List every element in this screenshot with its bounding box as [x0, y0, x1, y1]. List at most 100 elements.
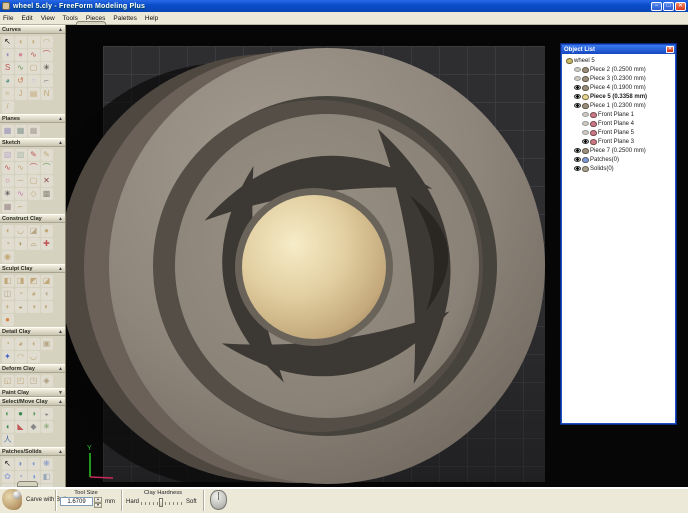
collapse-arrow-icon[interactable]: ▲	[58, 27, 63, 33]
tree-item-piece-3-0-2300-mm[interactable]: Piece 3 (0.2300 mm)	[564, 74, 675, 83]
curves-tool-icon-16[interactable]: ⌐	[41, 75, 53, 87]
palette-section-detail-clay[interactable]: Detail Clay▲	[0, 327, 65, 336]
menu-edit[interactable]: Edit	[21, 15, 32, 22]
tree-item-piece-1-0-2300-mm[interactable]: Piece 1 (0.2300 mm)	[564, 101, 675, 110]
sculpt-clay-tool-icon-11[interactable]: ◑	[28, 301, 40, 313]
close-button[interactable]: ✕	[675, 2, 686, 11]
collapse-arrow-icon[interactable]: ▲	[58, 399, 63, 405]
sculpt-clay-tool-icon-4[interactable]: ◪	[41, 275, 53, 287]
tree-item-front-plane-1[interactable]: Front Plane 1	[564, 110, 675, 119]
sketch-tool-icon-14[interactable]: ∿	[15, 188, 27, 200]
mouse-mapping-icon[interactable]	[210, 490, 227, 510]
curves-tool-icon-19[interactable]: ▤	[28, 88, 40, 100]
sketch-tool-icon-8[interactable]: ⌒	[41, 162, 53, 174]
planes-tool-icon-1[interactable]: ▦	[2, 125, 14, 137]
palette-section-deform-clay[interactable]: Deform Clay▲	[0, 364, 65, 373]
stepper-down-icon[interactable]: ▼	[94, 503, 102, 509]
collapse-arrow-icon[interactable]: ▲	[58, 366, 63, 372]
detail-clay-tool-icon-7[interactable]: ◡	[28, 351, 40, 363]
palette-section-paint-clay[interactable]: Paint Clay▼	[0, 388, 65, 397]
curves-tool-icon-5[interactable]: ◖	[2, 49, 14, 61]
construct-clay-tool-icon-8[interactable]: ✚	[41, 238, 53, 250]
tool-size-input[interactable]: 1.6709	[60, 497, 93, 506]
patches-solids-tool-icon-3[interactable]: ◖	[28, 458, 40, 470]
visibility-on-icon[interactable]	[574, 166, 581, 171]
tree-item-patches-0[interactable]: Patches(0)	[564, 155, 675, 164]
detail-clay-tool-icon-1[interactable]: ◔	[2, 338, 14, 350]
detail-clay-tool-icon-5[interactable]: ✦	[2, 351, 14, 363]
menu-palettes[interactable]: Palettes	[113, 15, 137, 22]
curves-tool-icon-13[interactable]: ◕	[2, 75, 14, 87]
curves-tool-icon-9[interactable]: S	[2, 62, 14, 74]
tree-item-front-plane-4[interactable]: Front Plane 4	[564, 119, 675, 128]
menu-view[interactable]: View	[41, 15, 55, 22]
visibility-on-icon[interactable]	[582, 139, 589, 144]
tree-item-piece-5-0-3358-mm[interactable]: Piece 5 (0.3358 mm)	[564, 92, 675, 101]
detail-clay-tool-icon-2[interactable]: ◕	[15, 338, 27, 350]
palette-section-planes[interactable]: Planes▲	[0, 114, 65, 123]
tree-item-solids-0[interactable]: Solids(0)	[564, 164, 675, 173]
patches-solids-tool-icon-4[interactable]: ❋	[41, 458, 53, 470]
visibility-off-icon[interactable]	[574, 76, 581, 81]
collapse-arrow-icon[interactable]: ▲	[58, 449, 63, 455]
hardness-slider[interactable]	[141, 502, 184, 505]
visibility-off-icon[interactable]	[582, 112, 589, 117]
palette-section-patches-solids[interactable]: Patches/Solids▲	[0, 447, 65, 456]
center-sphere[interactable]	[242, 195, 386, 339]
object-list-close-icon[interactable]: ✕	[666, 46, 674, 53]
sculpt-clay-tool-icon-9[interactable]: ◗	[2, 301, 14, 313]
object-list-titlebar[interactable]: Object List ✕	[562, 45, 675, 54]
palette-section-sketch[interactable]: Sketch▲	[0, 138, 65, 147]
curves-tool-icon-6[interactable]: ●	[15, 49, 27, 61]
construct-clay-tool-icon-3[interactable]: ◪	[28, 225, 40, 237]
collapse-arrow-icon[interactable]: ▲	[58, 116, 63, 122]
sketch-tool-icon-2[interactable]: ▧	[15, 149, 27, 161]
maximize-button[interactable]: □	[663, 2, 674, 11]
curves-tool-icon-2[interactable]: ◖	[15, 36, 27, 48]
curves-tool-icon-14[interactable]: ↺	[15, 75, 27, 87]
visibility-on-icon[interactable]	[574, 103, 581, 108]
curves-tool-icon-8[interactable]: ⌒	[41, 49, 53, 61]
sketch-tool-icon-5[interactable]: ∿	[2, 162, 14, 174]
palette-section-construct-clay[interactable]: Construct Clay▲	[0, 214, 65, 223]
sketch-tool-icon-16[interactable]: ▩	[41, 188, 53, 200]
sketch-tool-icon-17[interactable]: ▦	[2, 201, 14, 213]
sculpt-clay-tool-icon-12[interactable]: ◐	[41, 301, 53, 313]
sketch-tool-icon-12[interactable]: ✕	[41, 175, 53, 187]
collapse-arrow-icon[interactable]: ▲	[58, 216, 63, 222]
select-move-clay-tool-icon-8[interactable]: ✳	[41, 421, 53, 433]
menu-help[interactable]: Help	[145, 15, 158, 22]
sculpt-clay-tool-icon-8[interactable]: ◖	[41, 288, 53, 300]
deform-clay-tool-icon-3[interactable]: ◳	[28, 375, 40, 387]
select-move-clay-tool-icon-6[interactable]: ◣	[15, 421, 27, 433]
curves-tool-icon-21[interactable]: /	[2, 101, 14, 113]
select-move-clay-tool-icon-5[interactable]: ◖	[2, 421, 14, 433]
detail-clay-tool-icon-6[interactable]: ◠	[15, 351, 27, 363]
visibility-on-icon[interactable]	[574, 94, 581, 99]
collapse-arrow-icon[interactable]: ▲	[58, 266, 63, 272]
construct-clay-tool-icon-1[interactable]: ◖	[2, 225, 14, 237]
curves-tool-icon-12[interactable]: ✳	[41, 62, 53, 74]
collapse-arrow-icon[interactable]: ▲	[58, 329, 63, 335]
curves-tool-icon-20[interactable]: N	[41, 88, 53, 100]
sculpt-clay-tool-icon-10[interactable]: ◒	[15, 301, 27, 313]
curves-tool-icon-17[interactable]: ≈	[2, 88, 14, 100]
sketch-tool-icon-7[interactable]: ⌒	[28, 162, 40, 174]
sketch-tool-icon-6[interactable]: ∿	[15, 162, 27, 174]
select-move-clay-tool-icon-3[interactable]: ◑	[28, 408, 40, 420]
sketch-tool-icon-11[interactable]: ▢	[28, 175, 40, 187]
curves-tool-icon-15[interactable]: ○	[28, 75, 40, 87]
visibility-off-icon[interactable]	[574, 67, 581, 72]
planes-tool-icon-3[interactable]: ▦	[28, 125, 40, 137]
select-move-clay-tool-icon-4[interactable]: ◒	[41, 408, 53, 420]
sketch-tool-icon-15[interactable]: ◇	[28, 188, 40, 200]
detail-clay-tool-icon-3[interactable]: ◖	[28, 338, 40, 350]
menu-tools[interactable]: Tools	[63, 15, 78, 22]
sculpt-clay-tool-icon-3[interactable]: ◩	[28, 275, 40, 287]
construct-clay-tool-icon-4[interactable]: ●	[41, 225, 53, 237]
sketch-tool-icon-13[interactable]: ✳	[2, 188, 14, 200]
tree-item-front-plane-5[interactable]: Front Plane 5	[564, 128, 675, 137]
select-move-clay-tool-icon-2[interactable]: ●	[15, 408, 27, 420]
patches-solids-tool-icon-1[interactable]: ↖	[2, 458, 14, 470]
menu-file[interactable]: File	[3, 15, 13, 22]
